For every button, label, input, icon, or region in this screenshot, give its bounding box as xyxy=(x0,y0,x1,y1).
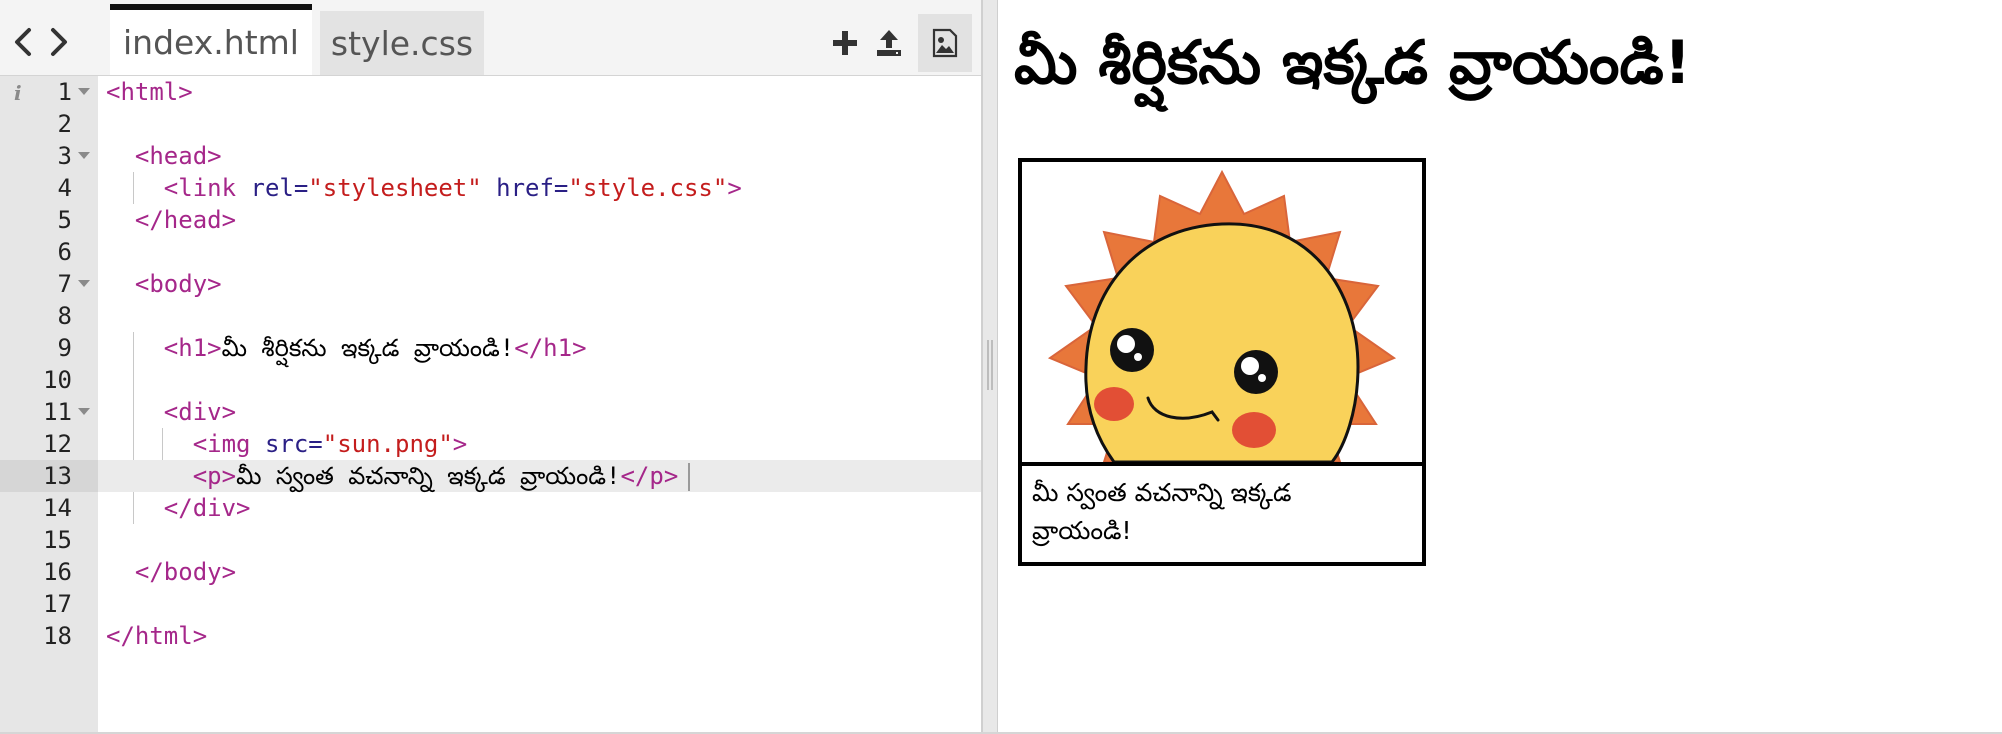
upload-icon xyxy=(877,30,901,56)
plus-icon xyxy=(833,31,857,55)
line-number: 2 xyxy=(57,110,72,138)
fold-arrow-icon[interactable] xyxy=(78,88,90,95)
fold-arrow-icon[interactable] xyxy=(78,152,90,159)
chevron-left-icon xyxy=(15,28,31,56)
image-icon xyxy=(932,28,958,58)
line-number: 5 xyxy=(57,206,72,234)
preview-heading: మీ శీర్షికను ఇక్కడ వ్రాయండి! xyxy=(1014,28,1692,98)
pane-resize-handle[interactable] xyxy=(982,0,998,734)
add-file-button[interactable] xyxy=(822,14,868,72)
line-number: 18 xyxy=(43,622,72,650)
code-line[interactable]: <div> xyxy=(98,396,981,428)
tab-label: style.css xyxy=(330,23,474,63)
tab-style-css[interactable]: style.css xyxy=(320,11,484,75)
code-line[interactable]: <body> xyxy=(98,268,981,300)
line-number: 8 xyxy=(57,302,72,330)
forward-button[interactable] xyxy=(42,22,76,62)
code-editor-pane: index.html style.css i 1 2 3 4 5 6 7 8 9… xyxy=(0,0,982,734)
line-number: 6 xyxy=(57,238,72,266)
line-number: 12 xyxy=(43,430,72,458)
preview-card: మీ స్వంత వచనాన్ని ఇక్కడ వ్రాయండి! xyxy=(1018,158,1426,566)
fold-arrow-icon[interactable] xyxy=(78,408,90,415)
tab-label: index.html xyxy=(123,23,299,62)
code-line[interactable]: </head> xyxy=(98,204,981,236)
line-number: 10 xyxy=(43,366,72,394)
output-preview-pane: మీ శీర్షికను ఇక్కడ వ్రాయండి! మీ స్వంత వచ… xyxy=(998,0,2002,734)
code-line[interactable]: <head> xyxy=(98,140,981,172)
code-line[interactable]: <link rel="stylesheet" href="style.css"> xyxy=(98,172,981,204)
line-number: 3 xyxy=(0,140,98,172)
fold-arrow-icon[interactable] xyxy=(78,280,90,287)
line-number: 14 xyxy=(43,494,72,522)
line-number: 16 xyxy=(43,558,72,586)
text-cursor xyxy=(688,463,691,491)
code-line[interactable]: </body> xyxy=(98,556,981,588)
tab-index-html[interactable]: index.html xyxy=(110,4,312,75)
line-number: 11 xyxy=(0,396,98,428)
sun-illustration xyxy=(1047,169,1397,462)
chevron-right-icon xyxy=(51,28,67,56)
back-button[interactable] xyxy=(6,22,40,62)
upload-button[interactable] xyxy=(866,14,912,72)
code-line[interactable]: </html> xyxy=(98,620,981,652)
line-number-active: 13 xyxy=(0,460,98,492)
line-number: 7 xyxy=(0,268,98,300)
line-number: 9 xyxy=(57,334,72,362)
line-number: 4 xyxy=(57,174,72,202)
code-line-active[interactable]: <p>మీ స్వంత వచనాన్ని ఇక్కడ వ్రాయండి!</p> xyxy=(98,460,981,492)
code-area[interactable]: <html> <head> <link rel="stylesheet" hre… xyxy=(98,76,981,734)
code-line[interactable]: <html> xyxy=(98,76,981,108)
sun-image xyxy=(1022,162,1422,466)
code-line[interactable]: <img src="sun.png"> xyxy=(98,428,981,460)
code-line[interactable]: <h1>మీ శీర్షికను ఇక్కడ వ్రాయండి!</h1> xyxy=(98,332,981,364)
editor-toolbar: index.html style.css xyxy=(0,0,981,76)
line-number-gutter: i 1 2 3 4 5 6 7 8 9 10 11 12 13 14 15 16… xyxy=(0,76,98,734)
line-number: 17 xyxy=(43,590,72,618)
preview-paragraph: మీ స్వంత వచనాన్ని ఇక్కడ వ్రాయండి! xyxy=(1032,478,1292,545)
code-line[interactable]: </div> xyxy=(98,492,981,524)
image-gallery-button[interactable] xyxy=(918,14,972,72)
line-number: 1 xyxy=(0,76,98,108)
line-number: 15 xyxy=(43,526,72,554)
grip-icon xyxy=(987,340,993,390)
